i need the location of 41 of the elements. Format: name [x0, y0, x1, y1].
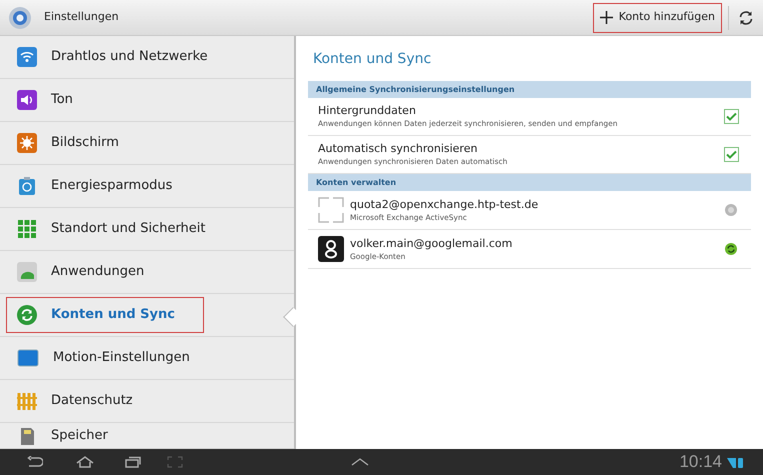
sidebar-item[interactable]: Standort und Sicherheit — [6, 211, 235, 247]
checkbox[interactable] — [724, 109, 739, 124]
add-account-button[interactable]: Konto hinzufügen — [592, 2, 722, 32]
checkbox[interactable] — [724, 147, 739, 162]
sidebar-item[interactable]: Bildschirm — [6, 125, 148, 161]
placeholder-account-icon — [318, 197, 344, 223]
sidebar-item[interactable]: Speicher — [6, 418, 137, 449]
frame-icon — [167, 456, 183, 468]
sidebar-item[interactable]: Datenschutz — [6, 383, 162, 419]
plus-icon — [600, 11, 613, 24]
recent-apps-icon — [125, 456, 141, 468]
home-icon — [76, 456, 94, 468]
sidebar-item[interactable]: Konten und Sync — [6, 297, 204, 333]
checkmark-icon — [726, 150, 737, 159]
account-email: quota2@openxchange.htp-test.de — [350, 198, 540, 212]
sidebar-item[interactable]: Ton — [6, 82, 102, 118]
sync-icon — [17, 305, 37, 325]
section-header: Konten verwalten — [308, 174, 751, 191]
checkmark-icon — [726, 112, 737, 121]
chevron-up-icon — [350, 458, 369, 466]
refresh-icon — [738, 10, 754, 26]
clock: 10:14 — [679, 451, 722, 474]
tablet-icon — [17, 348, 39, 368]
signal-icon — [727, 456, 736, 468]
brightness-icon — [17, 133, 37, 153]
sidebar-item[interactable]: Motion-Einstellungen — [6, 340, 219, 376]
sidebar-item[interactable]: Drahtlos und Netzwerke — [6, 39, 237, 75]
back-icon — [27, 456, 43, 468]
speaker-icon — [17, 90, 37, 110]
wifi-icon — [17, 47, 37, 67]
section-header: Allgemeine Synchronisierungseinstellungen — [308, 81, 751, 98]
grid-icon — [17, 219, 37, 239]
fence-icon — [17, 391, 37, 411]
sidebar-item[interactable]: Energiesparmodus — [6, 168, 202, 204]
sidebar-item[interactable]: Anwendungen — [6, 254, 174, 290]
battery-icon — [738, 456, 743, 468]
setting-title: Automatisch synchronisieren — [318, 142, 478, 156]
google-account-icon — [318, 236, 344, 262]
setting-title: Hintergrunddaten — [318, 104, 417, 118]
app-title: Einstellungen — [44, 9, 119, 26]
account-email: volker.main@googlemail.com — [350, 236, 514, 250]
